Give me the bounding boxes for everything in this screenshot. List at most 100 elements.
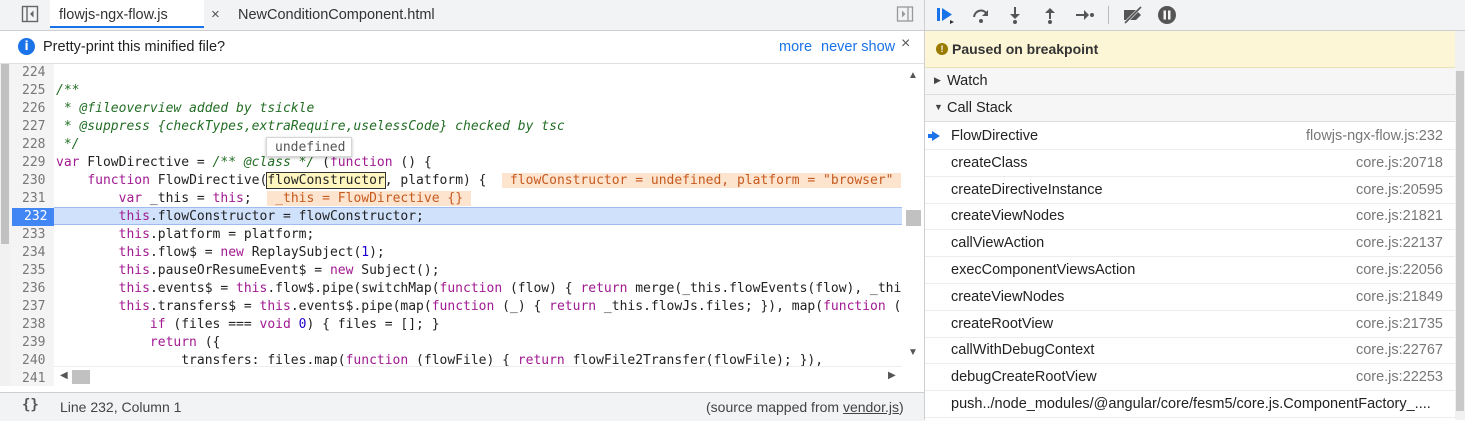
frame-location[interactable]: flowjs-ngx-flow.js:232 [1306,128,1443,144]
call-frame[interactable]: push../node_modules/@angular/core/fesm5/… [925,391,1455,418]
call-frame[interactable]: createViewNodes core.js:21821 [925,203,1455,231]
value-tooltip: undefined [266,137,352,157]
deactivate-breakpoints-icon[interactable] [1121,5,1145,25]
line-number[interactable]: 236 [10,280,50,298]
code-line[interactable]: this.flow$ = new ReplaySubject(1); [56,244,385,262]
pause-on-exceptions-icon[interactable] [1157,5,1177,25]
outer-scrollbar[interactable] [0,64,10,386]
call-frame[interactable]: FlowDirective flowjs-ngx-flow.js:232 [925,123,1455,150]
code-line[interactable]: * @fileoverview added by tsickle [56,100,314,118]
source-map-info: (source mapped from vendor.js) [706,399,904,415]
frame-location[interactable]: core.js:21735 [1356,316,1443,332]
tab-new-condition-component[interactable]: NewConditionComponent.html [238,0,435,30]
paused-message: Paused on breakpoint [952,41,1099,57]
code-line[interactable]: */ [56,136,80,154]
code-line[interactable]: function FlowDirective(flowConstructor, … [56,172,902,190]
line-number[interactable]: 230 [10,172,50,190]
editor-vertical-scrollbar[interactable]: ▲ ▼ [902,64,924,364]
call-frame[interactable]: execComponentViewsAction core.js:22056 [925,257,1455,284]
scroll-right-arrow-icon[interactable]: ▶ [888,370,896,381]
line-number[interactable]: 240 [10,352,50,370]
frame-function-name: createViewNodes [951,208,1065,225]
line-number[interactable]: 229 [10,154,50,172]
scroll-thumb[interactable] [72,370,90,384]
frame-location[interactable]: core.js:21821 [1356,208,1443,224]
sources-editor-pane: flowjs-ngx-flow.js × NewConditionCompone… [0,0,925,421]
frame-function-name: execComponentViewsAction [951,262,1136,278]
watch-section-header[interactable]: ▶ Watch [925,68,1455,95]
call-stack-list: FlowDirective flowjs-ngx-flow.js:232 creat… [925,123,1455,420]
call-frame[interactable]: createViewNodes core.js:21849 [925,284,1455,311]
call-frame[interactable]: createRootView core.js:21735 [925,311,1455,338]
line-number[interactable]: 227 [10,118,50,136]
frame-location[interactable]: core.js:22767 [1356,342,1443,358]
code-line[interactable]: return ({ [56,334,220,352]
line-number[interactable]: 228 [10,136,50,154]
line-number[interactable]: 224 [10,64,50,82]
infobar-message: Pretty-print this minified file? [43,39,226,55]
step-over-icon[interactable] [971,5,991,25]
line-number[interactable]: 233 [10,226,50,244]
navigator-toggle-icon[interactable] [21,5,39,23]
debugger-panel-toggle-icon[interactable] [896,6,914,22]
code-line[interactable]: * @suppress {checkTypes,extraRequire,use… [56,118,565,136]
step-into-icon[interactable] [1005,5,1025,25]
call-frame[interactable]: createDirectiveInstance core.js:20595 [925,177,1455,204]
line-number[interactable]: 225 [10,82,50,100]
code-line[interactable]: var FlowDirective = /** @class */ (funct… [56,154,432,172]
vendor-js-link[interactable]: vendor.js [843,399,899,415]
code-editor[interactable]: 224 225 226 227 228 229 230 231 232 233 234 235 236 2… [0,64,924,386]
collapse-triangle-icon: ▼ [934,102,943,112]
code-line[interactable]: this.events$ = this.flow$.pipe(switchMap… [56,280,902,298]
frame-location[interactable]: core.js:20718 [1356,155,1443,171]
never-show-link[interactable]: never show [821,39,895,55]
line-number[interactable]: 241 [10,370,50,386]
paused-banner: ! Paused on breakpoint [925,31,1465,68]
code-line[interactable]: this.flowConstructor = flowConstructor; [56,208,424,226]
line-number[interactable]: 239 [10,334,50,352]
scroll-left-arrow-icon[interactable]: ◀ [60,370,68,381]
code-line[interactable]: this.pauseOrResumeEvent$ = new Subject()… [56,262,440,280]
line-number[interactable]: 234 [10,244,50,262]
code-line[interactable]: /** [56,82,79,100]
code-line[interactable]: if (files === void 0) { files = []; } [56,316,440,334]
call-frame[interactable]: callViewAction core.js:22137 [925,230,1455,258]
line-number[interactable]: 237 [10,298,50,316]
line-number[interactable]: 226 [10,100,50,118]
step-out-icon[interactable] [1040,5,1060,25]
frame-location[interactable]: core.js:21849 [1356,289,1443,305]
frame-location[interactable]: core.js:22056 [1356,262,1443,278]
sidebar-scrollbar[interactable] [1455,31,1465,420]
toolbar-separator [1108,6,1109,24]
debugger-toolbar [925,0,1465,31]
code-line[interactable]: var _this = this; _this = FlowDirective … [56,190,471,208]
infobar-close-button[interactable]: × [901,35,910,53]
frame-location[interactable]: core.js:20595 [1356,182,1443,198]
line-number[interactable]: 235 [10,262,50,280]
editor-horizontal-scrollbar[interactable]: ◀ ▶ [54,366,902,387]
line-number[interactable]: 231 [10,190,50,208]
call-frame[interactable]: debugCreateRootView core.js:22253 [925,364,1455,392]
callstack-section-header[interactable]: ▼ Call Stack [925,95,1455,122]
line-number[interactable]: 238 [10,316,50,334]
line-number[interactable]: 232 [12,208,54,226]
resume-icon[interactable] [935,5,955,25]
pretty-print-button[interactable]: {} [22,397,39,413]
code-line[interactable]: this.transfers$ = this.events$.pipe(map(… [56,298,902,316]
tab-flowjs-ngx-flow[interactable]: flowjs-ngx-flow.js [50,0,204,28]
more-link[interactable]: more [779,39,812,55]
call-frame[interactable]: callWithDebugContext core.js:22767 [925,337,1455,365]
scroll-thumb[interactable] [906,210,921,226]
step-icon[interactable] [1074,5,1094,25]
frame-location[interactable]: core.js:22253 [1356,369,1443,385]
call-frame[interactable]: createClass core.js:20718 [925,150,1455,177]
tab-close-button[interactable]: × [211,0,220,30]
frame-function-name: createViewNodes [951,288,1065,305]
code-line[interactable]: this.platform = platform; [56,226,315,244]
frame-function-name: createRootView [951,315,1054,332]
frame-location[interactable]: core.js:22137 [1356,235,1443,251]
scroll-up-arrow-icon[interactable]: ▲ [908,70,918,81]
tab-label: flowjs-ngx-flow.js [59,7,168,23]
code-text[interactable]: /** * @fileoverview added by tsickle * @… [54,64,902,376]
scroll-down-arrow-icon[interactable]: ▼ [908,347,918,358]
